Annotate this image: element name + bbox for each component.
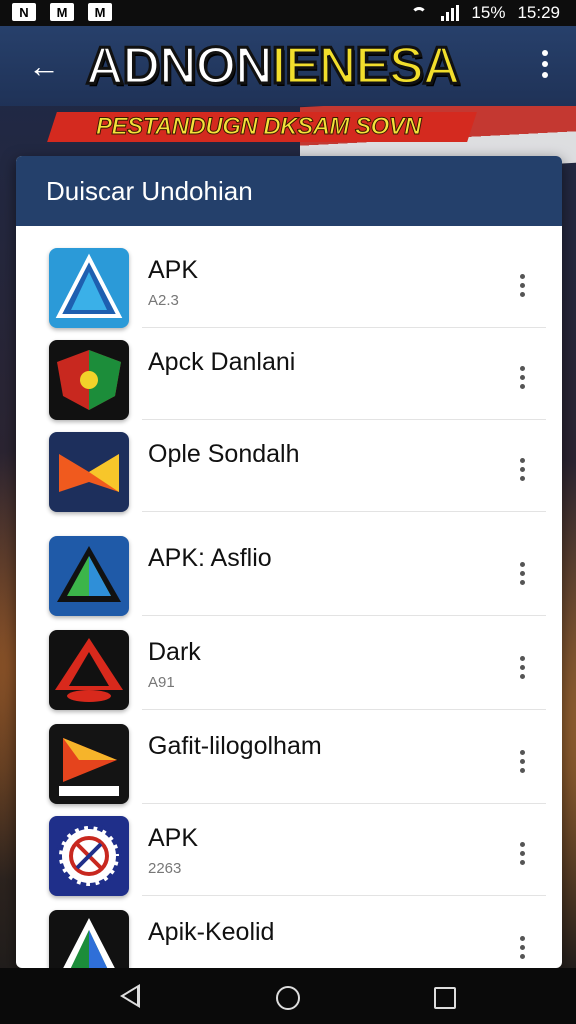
divider [142,511,546,512]
wifi-icon [409,5,429,21]
app-version: A91 [148,674,175,691]
panel-heading: Duiscar Undohian [16,156,562,226]
notification-icon: N [12,3,36,21]
app-name: APK [148,824,199,852]
app-bar: ← ADNONIENESA [0,26,576,106]
list-item[interactable]: Apik-Keolid [16,898,562,968]
more-options-icon[interactable] [520,562,526,585]
app-keolid-icon [49,910,129,968]
clock: 15:29 [517,3,560,22]
app-gear-icon [49,816,129,896]
more-options-icon[interactable] [520,366,526,389]
list-item[interactable]: APK 2263 [16,804,562,896]
more-options-icon[interactable] [520,458,526,481]
list-item[interactable]: Dark A91 [16,618,562,710]
app-version: A2.3 [148,292,179,309]
app-m-icon [49,432,129,512]
apps-panel: Duiscar Undohian APK A2.3 Apck Danlani O… [16,156,562,968]
list-item[interactable]: Apck Danlani [16,328,562,420]
back-arrow-icon[interactable]: ← [28,48,60,84]
divider [142,895,546,896]
more-options-icon[interactable] [520,936,526,959]
app-dark-icon [49,630,129,710]
nav-recents-icon[interactable] [434,987,456,1009]
app-name: APK [148,256,199,284]
more-options-icon[interactable] [520,842,526,865]
app-name: Apik-Keolid [148,918,275,946]
divider [142,615,546,616]
battery-level: 15% [471,3,506,22]
app-title: ADNONIENESA [85,36,462,97]
overflow-menu-icon[interactable] [542,50,550,78]
list-item[interactable]: APK: Asflio [16,524,562,616]
banner-text: PESTANDUGN DKSAM SOVN [95,113,422,141]
app-name: Dark [148,638,201,666]
app-name: Gafit-lilogolham [148,732,322,760]
signal-icon [441,5,460,21]
mail-icon: M [88,3,112,21]
title-part-2: IENESA [270,36,462,97]
list-item[interactable]: Ople Sondalh [16,420,562,512]
notification-icon: M [50,3,74,21]
app-shield-icon [49,340,129,420]
list-item[interactable]: APK A2.3 [16,236,562,328]
app-play-icon [49,724,129,804]
title-part-1: ADNON [85,36,275,97]
status-bar: N M M 15% 15:29 [0,0,576,26]
navigation-bar [0,968,576,1024]
list-item[interactable]: Gafit-lilogolham [16,712,562,804]
app-name: Apck Danlani [148,348,296,376]
more-options-icon[interactable] [520,274,526,297]
nav-home-icon[interactable] [276,986,300,1010]
app-triangle-icon [49,536,129,616]
nav-back-icon[interactable] [120,984,140,1008]
app-name: Ople Sondalh [148,440,300,468]
more-options-icon[interactable] [520,750,526,773]
app-name: APK: Asflio [148,544,272,572]
app-version: 2263 [148,860,182,877]
more-options-icon[interactable] [520,656,526,679]
divider [142,709,546,710]
app-drive-icon [49,248,129,328]
